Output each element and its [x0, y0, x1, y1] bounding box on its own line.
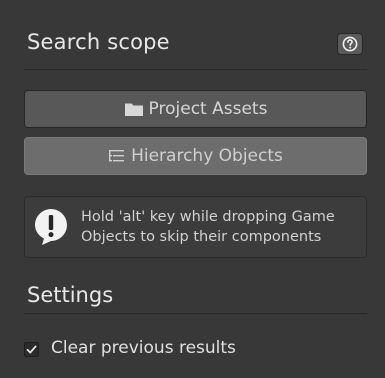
folder-icon: [124, 101, 144, 117]
checkmark-icon: [26, 345, 37, 354]
hierarchy-objects-label: Hierarchy Objects: [131, 146, 283, 166]
warning-speech-icon: [34, 208, 68, 246]
project-assets-button[interactable]: Project Assets: [24, 90, 367, 128]
info-help-box: Hold 'alt' key while dropping Game Objec…: [24, 196, 367, 258]
search-panel: Search scope Project Assets Hierarchy Ob…: [0, 0, 385, 378]
hierarchy-objects-button[interactable]: Hierarchy Objects: [24, 137, 367, 175]
search-scope-divider: [24, 69, 367, 70]
info-message: Hold 'alt' key while dropping Game Objec…: [81, 209, 335, 245]
clear-previous-results-label[interactable]: Clear previous results: [51, 338, 236, 358]
search-scope-title: Search scope: [27, 30, 170, 54]
project-assets-label: Project Assets: [148, 99, 268, 119]
hierarchy-list-icon: [108, 149, 126, 163]
settings-divider: [24, 313, 367, 314]
help-question-icon[interactable]: [337, 33, 363, 55]
settings-title: Settings: [27, 283, 114, 307]
clear-previous-results-checkbox[interactable]: [24, 342, 39, 357]
